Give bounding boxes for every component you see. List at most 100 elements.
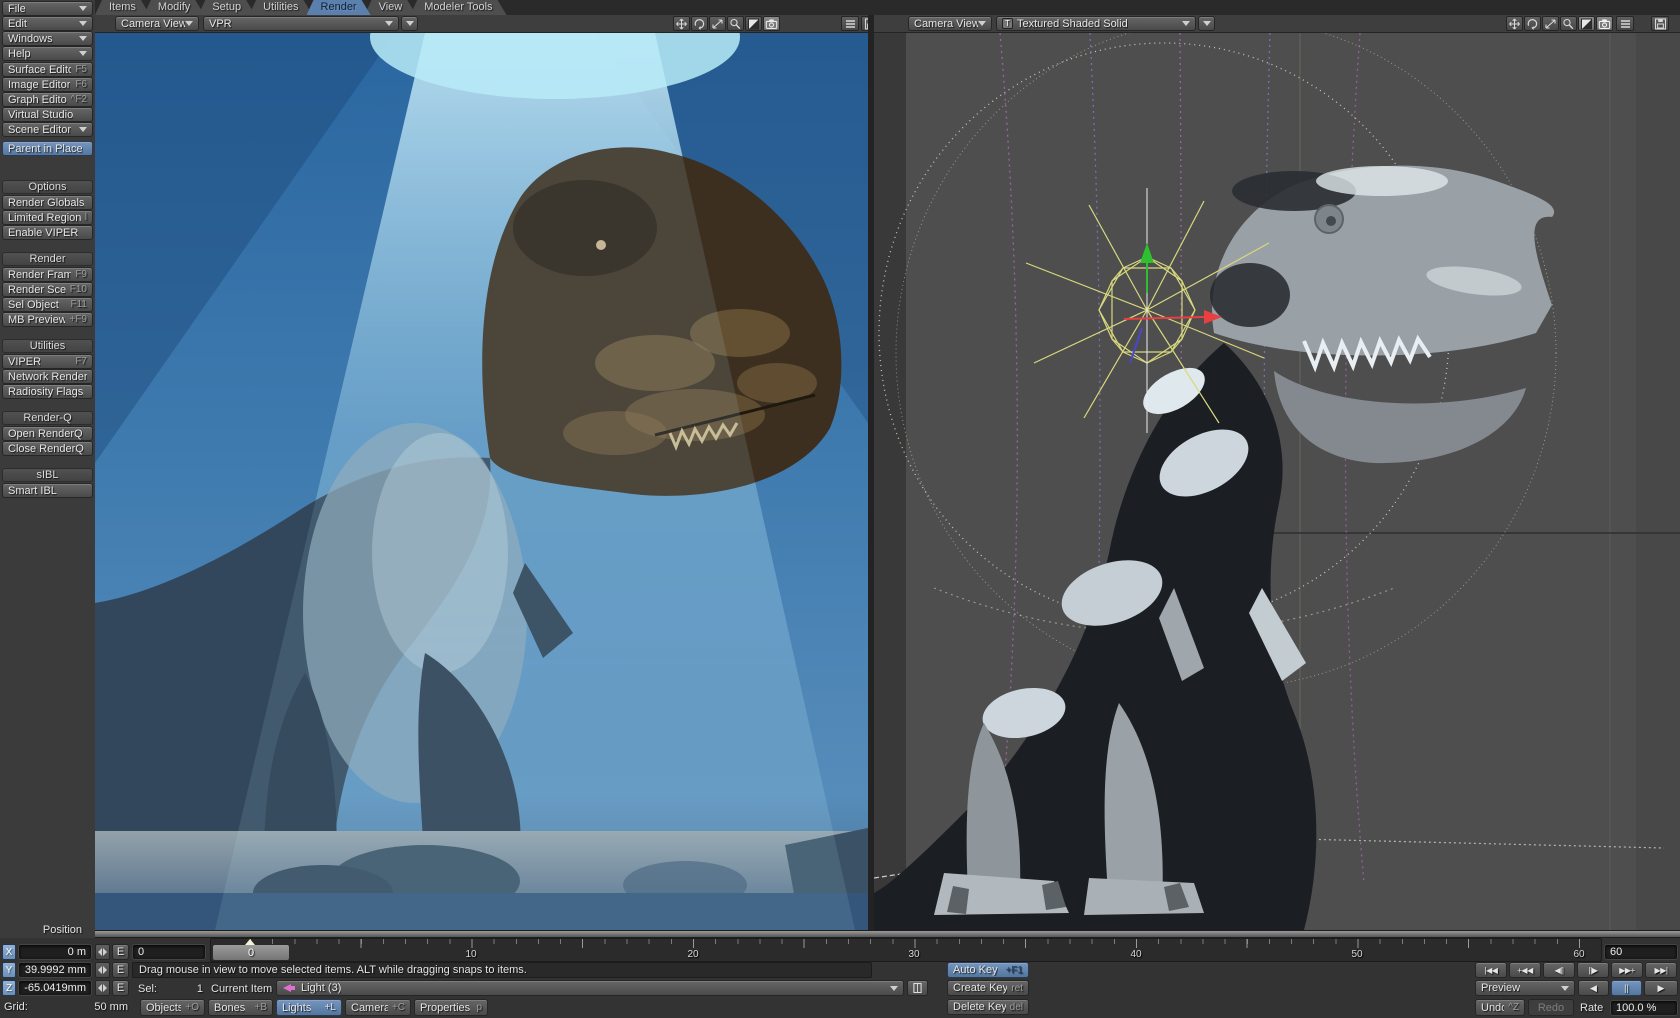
step-forward-button[interactable]: ||▶ (1577, 962, 1609, 978)
render-globals-button[interactable]: Render Globals (2, 195, 93, 210)
delete-key-button[interactable]: Delete Keydel (947, 999, 1029, 1015)
menu-help[interactable]: Help (2, 46, 93, 61)
current-item-dropdown[interactable]: Light (3) (276, 980, 904, 996)
viewport-options-dropdown[interactable] (1198, 16, 1215, 31)
step-back-button[interactable]: ◀|| (1543, 962, 1575, 978)
camera-view-button[interactable] (763, 16, 780, 31)
rate-field[interactable]: 100.0 % (1610, 1000, 1678, 1016)
rotate-view-button[interactable] (691, 16, 708, 31)
minmax-viewport-button[interactable] (1578, 16, 1595, 31)
menu-file[interactable]: File (2, 1, 93, 16)
auto-key-button[interactable]: Auto Key+F1 (947, 962, 1029, 978)
tab-render[interactable]: Render (307, 0, 371, 15)
viper-button[interactable]: VIPERF7 (2, 354, 93, 369)
play-forward-button[interactable]: ▶ (1644, 980, 1678, 996)
surface-editor-button[interactable]: Surface EditorF5 (2, 62, 93, 77)
create-key-button[interactable]: Create Keyret (947, 980, 1029, 996)
smart-ibl-button[interactable]: Smart IBL (2, 483, 93, 498)
pan-view-button[interactable] (1506, 16, 1523, 31)
tab-view[interactable]: View (365, 0, 417, 15)
x-stepper[interactable] (95, 944, 110, 960)
render-scene-button[interactable]: Render SceneF10 (2, 282, 93, 297)
item-list-icon (913, 982, 922, 994)
view-type-dropdown[interactable]: Camera View (115, 16, 199, 31)
lights-button[interactable]: Lights+L (276, 999, 342, 1016)
parent-in-place-button[interactable]: Parent in Place (2, 141, 93, 156)
position-z-field[interactable]: -65.0419mm (18, 980, 92, 996)
play-reverse-button[interactable]: ◀ (1578, 980, 1609, 996)
end-frame-field[interactable]: 60 (1604, 944, 1678, 960)
y-envelope-button[interactable]: E (112, 962, 129, 978)
graph-editor-button[interactable]: Graph Editor^F2 (2, 92, 93, 107)
z-envelope-button[interactable]: E (112, 980, 129, 996)
close-renderq-button[interactable]: Close RenderQ (2, 441, 93, 456)
axis-y-label[interactable]: Y (2, 962, 16, 978)
x-envelope-button[interactable]: E (112, 944, 129, 960)
tab-setup[interactable]: Setup (198, 0, 255, 15)
scene-editor-button[interactable]: Scene Editor (2, 122, 93, 137)
tab-utilities[interactable]: Utilities (249, 0, 312, 15)
mb-preview-button[interactable]: MB Preview+F9 (2, 312, 93, 327)
redo-button[interactable]: Redo (1528, 999, 1574, 1016)
right-viewport-scene[interactable] (874, 33, 1680, 930)
menu-windows[interactable]: Windows (2, 31, 93, 46)
frame-field[interactable]: 0 (132, 944, 206, 960)
chevron-down-icon (79, 127, 87, 132)
position-y-field[interactable]: 39.9992 mm (18, 962, 92, 978)
tab-modify[interactable]: Modify (144, 0, 204, 15)
section-header-render: Render (2, 252, 93, 266)
magnify-button[interactable] (1560, 16, 1577, 31)
preview-dropdown[interactable]: Preview (1475, 980, 1575, 996)
properties-button[interactable]: Propertiesp (414, 999, 488, 1016)
go-start-button[interactable]: |◀◀ (1475, 962, 1507, 978)
zoom-view-button[interactable] (709, 16, 726, 31)
viewport-layout-button[interactable] (1651, 16, 1669, 31)
zoom-view-button[interactable] (1542, 16, 1559, 31)
chevron-down-icon (185, 21, 193, 26)
chevron-down-icon (1203, 21, 1211, 26)
tick-label: 40 (1130, 949, 1141, 960)
objects-button[interactable]: Objects+O (140, 999, 205, 1016)
network-render-button[interactable]: Network Render (2, 369, 93, 384)
frame-slider-handle[interactable]: 0 (212, 944, 290, 961)
major-ticks (250, 939, 1599, 948)
pause-button[interactable]: || (1611, 980, 1642, 996)
section-header-renderq: Render-Q (2, 411, 93, 425)
tab-modeler-tools[interactable]: Modeler Tools (410, 0, 506, 15)
render-mode-dropdown[interactable]: VPR (203, 16, 399, 31)
go-end-button[interactable]: ▶▶| (1645, 962, 1677, 978)
left-viewport-scene[interactable] (95, 33, 868, 930)
virtual-studio-button[interactable]: Virtual Studio (2, 107, 93, 122)
y-stepper[interactable] (95, 962, 110, 978)
axis-z-label[interactable]: Z (2, 980, 16, 996)
cameras-button[interactable]: Cameras+C (345, 999, 411, 1016)
view-type-dropdown[interactable]: Camera View (908, 16, 992, 31)
viewport-list-button[interactable] (841, 16, 859, 31)
undo-button[interactable]: Undo^Z (1475, 999, 1525, 1016)
enable-viper-button[interactable]: Enable VIPER (2, 225, 93, 240)
render-mode-dropdown[interactable]: T Textured Shaded Solid (996, 16, 1196, 31)
sel-object-button[interactable]: Sel ObjectF11 (2, 297, 93, 312)
radiosity-flags-button[interactable]: Radiosity Flags (2, 384, 93, 399)
menu-edit[interactable]: Edit (2, 16, 93, 31)
bones-button[interactable]: Bones+B (208, 999, 273, 1016)
position-x-field[interactable]: 0 m (18, 944, 92, 960)
open-renderq-button[interactable]: Open RenderQ (2, 426, 93, 441)
viewport-options-dropdown[interactable] (401, 16, 418, 31)
viewport-list-button[interactable] (1616, 16, 1634, 31)
axis-x-label[interactable]: X (2, 944, 16, 960)
z-stepper[interactable] (95, 980, 110, 996)
magnify-button[interactable] (727, 16, 744, 31)
tab-items[interactable]: Items (95, 0, 150, 15)
image-editor-button[interactable]: Image EditorF6 (2, 77, 93, 92)
pan-view-button[interactable] (673, 16, 690, 31)
rotate-view-button[interactable] (1524, 16, 1541, 31)
item-list-button[interactable] (907, 980, 928, 996)
prev-key-button[interactable]: +◀◀ (1509, 962, 1541, 978)
next-key-button[interactable]: ▶▶+ (1611, 962, 1643, 978)
timeline-ruler[interactable]: 10 20 30 40 50 60 0 (210, 938, 1602, 962)
limited-region-button[interactable]: Limited Regionl (2, 210, 93, 225)
minmax-viewport-button[interactable] (745, 16, 762, 31)
camera-view-button[interactable] (1596, 16, 1613, 31)
render-frame-button[interactable]: Render FrameF9 (2, 267, 93, 282)
